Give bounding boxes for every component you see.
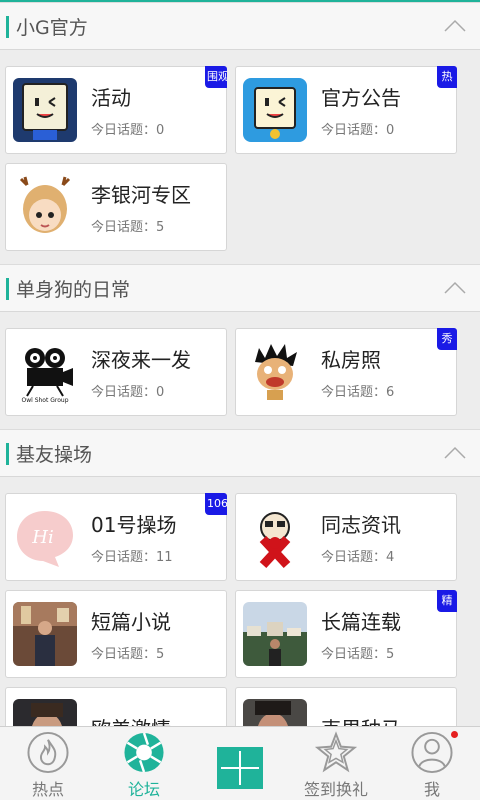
tab-label: 我 — [423, 780, 440, 799]
cartoon-face-avatar — [243, 340, 307, 404]
section-accent-bar — [6, 16, 9, 38]
tab-post[interactable] — [192, 727, 288, 800]
photo-avatar — [243, 602, 307, 666]
forum-name: 短篇小说 — [91, 610, 171, 634]
section-accent-bar — [6, 278, 9, 300]
today-topics: 今日话题：6 — [321, 385, 395, 400]
tab-checkin[interactable]: 签到换礼 — [288, 727, 384, 800]
tab-hot[interactable]: 热点 — [0, 727, 96, 800]
tab-label: 签到换礼 — [303, 780, 368, 799]
section-header-official[interactable]: 小G官方 — [0, 2, 480, 50]
today-topics: 今日话题：5 — [91, 647, 165, 662]
forum-card-playground-01[interactable]: Hi 01号操场 今日话题：11 1069 — [5, 493, 227, 581]
today-topics: 今日话题：0 — [321, 123, 395, 138]
owl-camera-avatar: Owl Shot Group — [13, 340, 77, 404]
tab-label: 热点 — [31, 780, 64, 799]
forum-card-late-night[interactable]: Owl Shot Group 深夜来一发 今日话题：0 — [5, 328, 227, 416]
badge-label: 精 — [437, 590, 457, 612]
forum-card-news[interactable]: 同志资讯 今日话题：4 — [235, 493, 457, 581]
forum-card-western[interactable]: 欧美激情 — [5, 687, 227, 726]
badge-label: 围观 — [205, 66, 227, 88]
badge-label: 1069 — [205, 493, 227, 515]
today-topics: 今日话题：0 — [91, 123, 165, 138]
forum-name: 活动 — [91, 86, 131, 110]
section-header-singles[interactable]: 单身狗的日常 — [0, 264, 480, 312]
tab-me[interactable]: 我 — [384, 727, 480, 800]
red-ribbon-avatar — [243, 505, 307, 569]
today-topics: 今日话题：5 — [321, 647, 395, 662]
forum-name: 欧美激情 — [91, 713, 171, 727]
cartoon-boy-avatar — [13, 175, 77, 239]
forum-card-private-photos[interactable]: 私房照 今日话题：6 秀 — [235, 328, 457, 416]
flame-icon — [27, 731, 69, 774]
today-topics: 今日话题：4 — [321, 550, 395, 565]
forum-card-activity[interactable]: 活动 今日话题：0 围观 — [5, 66, 227, 154]
forum-name: 官方公告 — [321, 86, 401, 110]
user-icon — [411, 731, 453, 774]
section-title: 基友操场 — [16, 443, 93, 466]
forum-card-stallion[interactable]: 克里种马 — [235, 687, 457, 726]
robot-avatar — [243, 78, 307, 142]
tab-forum[interactable]: 论坛 — [96, 727, 192, 800]
today-topics: 今日话题：11 — [91, 550, 173, 565]
section-title: 单身狗的日常 — [16, 278, 131, 301]
bottom-tab-bar: 热点 论坛 签到换礼 我 — [0, 726, 480, 800]
today-topics: 今日话题：0 — [91, 385, 165, 400]
section-body-official: 活动 今日话题：0 围观 官方公告 今日话题：0 热 李银河专区 今日话题：5 — [0, 50, 480, 264]
tab-label: 论坛 — [127, 780, 160, 799]
chevron-up-icon[interactable] — [444, 17, 466, 35]
section-title: 小G官方 — [16, 16, 88, 39]
chevron-up-icon[interactable] — [444, 279, 466, 297]
notification-dot — [451, 731, 458, 738]
hi-caption: Hi — [31, 527, 53, 548]
hi-bubble-avatar: Hi — [13, 505, 77, 569]
forum-card-short-stories[interactable]: 短篇小说 今日话题：5 — [5, 590, 227, 678]
section-body-singles: Owl Shot Group 深夜来一发 今日话题：0 私房照 今日话题：6 秀 — [0, 312, 480, 429]
forum-card-liyinhe[interactable]: 李银河专区 今日话题：5 — [5, 163, 227, 251]
robot-avatar — [13, 78, 77, 142]
forum-name: 01号操场 — [91, 513, 177, 537]
star-icon — [314, 731, 358, 773]
photo-avatar — [243, 699, 307, 726]
chevron-up-icon[interactable] — [444, 444, 466, 462]
photo-avatar — [13, 699, 77, 726]
forum-name: 深夜来一发 — [91, 348, 191, 372]
section-header-playground[interactable]: 基友操场 — [0, 429, 480, 477]
owl-caption: Owl Shot Group — [21, 397, 68, 404]
forum-name: 克里种马 — [321, 713, 401, 727]
photo-avatar — [13, 602, 77, 666]
forum-name: 长篇连载 — [321, 610, 401, 634]
aperture-icon — [124, 732, 164, 773]
today-topics: 今日话题：5 — [91, 220, 165, 235]
forum-list[interactable]: 小G官方 活动 今日话题：0 围观 官方公告 今日话题：0 热 李银河专区 今日… — [0, 2, 480, 726]
badge-label: 秀 — [437, 328, 457, 350]
plus-icon — [217, 747, 263, 789]
forum-card-serials[interactable]: 长篇连载 今日话题：5 精 — [235, 590, 457, 678]
section-body-playground: Hi 01号操场 今日话题：11 1069 同志资讯 今日话题：4 短篇小说 — [0, 477, 480, 726]
forum-name: 私房照 — [321, 348, 381, 372]
forum-name: 李银河专区 — [91, 183, 191, 207]
section-accent-bar — [6, 443, 9, 465]
forum-card-announcement[interactable]: 官方公告 今日话题：0 热 — [235, 66, 457, 154]
forum-name: 同志资讯 — [321, 513, 401, 537]
badge-label: 热 — [437, 66, 457, 88]
